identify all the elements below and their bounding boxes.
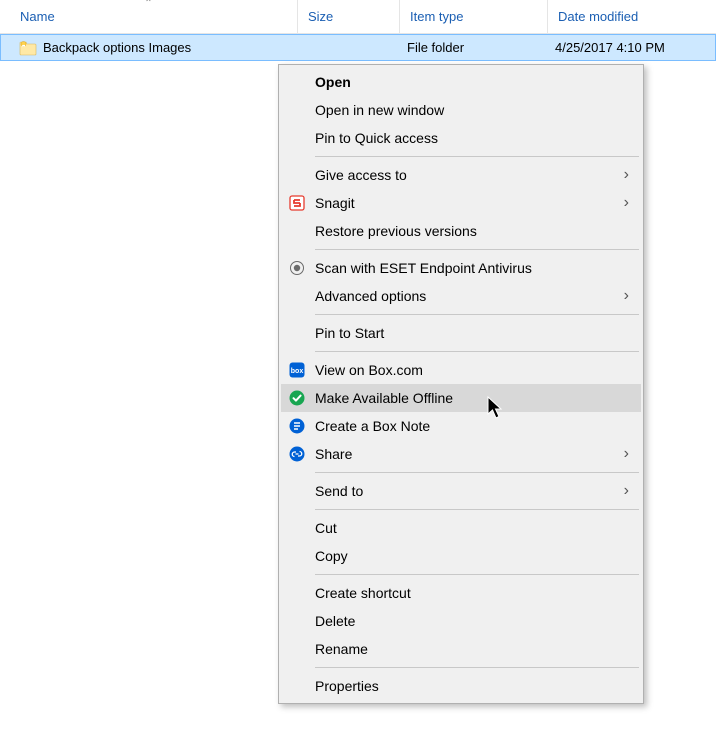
menu-pin-quick-access[interactable]: Pin to Quick access: [281, 124, 641, 152]
menu-rename[interactable]: Rename: [281, 635, 641, 663]
chevron-right-icon: ›: [624, 194, 629, 212]
check-circle-icon: [287, 388, 307, 408]
menu-separator: [315, 351, 639, 352]
menu-create-box-note[interactable]: Create a Box Note: [281, 412, 641, 440]
blank-icon: [287, 128, 307, 148]
column-headers: ⌃ Name Size Item type Date modified: [0, 0, 716, 34]
menu-separator: [315, 249, 639, 250]
column-header-name[interactable]: ⌃ Name: [0, 0, 298, 33]
column-date-label: Date modified: [558, 9, 638, 24]
blank-icon: [287, 639, 307, 659]
menu-advanced-options[interactable]: Advanced options ›: [281, 282, 641, 310]
note-icon: [287, 416, 307, 436]
cell-date: 4/25/2017 4:10 PM: [549, 40, 715, 55]
folder-icon: [19, 39, 37, 57]
menu-share[interactable]: Share ›: [281, 440, 641, 468]
chevron-right-icon: ›: [624, 445, 629, 463]
column-type-label: Item type: [410, 9, 463, 24]
menu-create-shortcut[interactable]: Create shortcut: [281, 579, 641, 607]
blank-icon: [287, 518, 307, 538]
snagit-icon: [287, 193, 307, 213]
blank-icon: [287, 481, 307, 501]
blank-icon: [287, 611, 307, 631]
box-logo-icon: box: [287, 360, 307, 380]
context-menu: Open Open in new window Pin to Quick acc…: [278, 64, 644, 704]
svg-text:box: box: [291, 368, 304, 375]
menu-copy[interactable]: Copy: [281, 542, 641, 570]
file-name: Backpack options Images: [43, 40, 191, 55]
menu-snagit[interactable]: Snagit ›: [281, 189, 641, 217]
blank-icon: [287, 323, 307, 343]
blank-icon: [287, 221, 307, 241]
blank-icon: [287, 72, 307, 92]
cell-type: File folder: [401, 40, 549, 55]
chevron-right-icon: ›: [624, 166, 629, 184]
menu-separator: [315, 574, 639, 575]
menu-give-access-to[interactable]: Give access to ›: [281, 161, 641, 189]
column-size-label: Size: [308, 9, 333, 24]
file-row-selected[interactable]: Backpack options Images File folder 4/25…: [0, 34, 716, 61]
column-name-label: Name: [20, 9, 55, 24]
menu-separator: [315, 667, 639, 668]
cell-name: Backpack options Images: [1, 39, 299, 57]
menu-separator: [315, 472, 639, 473]
menu-separator: [315, 509, 639, 510]
sort-indicator-icon: ⌃: [144, 0, 152, 9]
blank-icon: [287, 286, 307, 306]
menu-delete[interactable]: Delete: [281, 607, 641, 635]
blank-icon: [287, 546, 307, 566]
column-header-size[interactable]: Size: [298, 0, 400, 33]
menu-open[interactable]: Open: [281, 68, 641, 96]
chevron-right-icon: ›: [624, 482, 629, 500]
menu-restore-previous[interactable]: Restore previous versions: [281, 217, 641, 245]
menu-pin-to-start[interactable]: Pin to Start: [281, 319, 641, 347]
blank-icon: [287, 100, 307, 120]
menu-open-new-window[interactable]: Open in new window: [281, 96, 641, 124]
menu-make-available-offline[interactable]: Make Available Offline: [281, 384, 641, 412]
eset-icon: [287, 258, 307, 278]
menu-separator: [315, 314, 639, 315]
column-header-date[interactable]: Date modified: [548, 0, 716, 33]
menu-cut[interactable]: Cut: [281, 514, 641, 542]
menu-view-on-box[interactable]: box View on Box.com: [281, 356, 641, 384]
menu-properties[interactable]: Properties: [281, 672, 641, 700]
menu-send-to[interactable]: Send to ›: [281, 477, 641, 505]
chevron-right-icon: ›: [624, 287, 629, 305]
menu-scan-eset[interactable]: Scan with ESET Endpoint Antivirus: [281, 254, 641, 282]
blank-icon: [287, 676, 307, 696]
column-header-type[interactable]: Item type: [400, 0, 548, 33]
menu-separator: [315, 156, 639, 157]
link-icon: [287, 444, 307, 464]
blank-icon: [287, 583, 307, 603]
blank-icon: [287, 165, 307, 185]
